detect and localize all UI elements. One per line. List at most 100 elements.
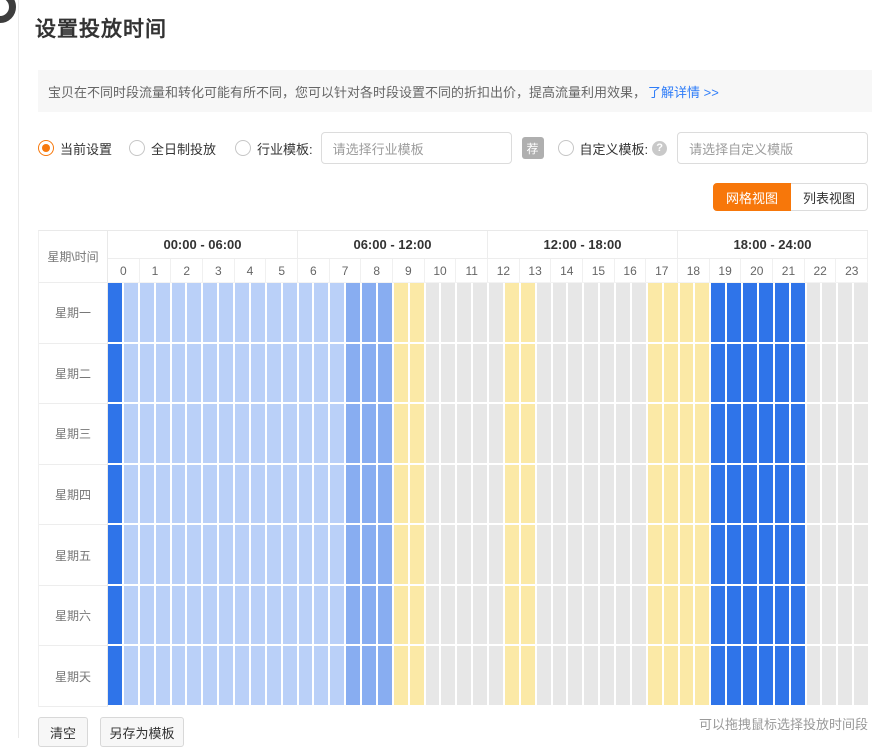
schedule-cell[interactable] [680, 465, 694, 524]
schedule-cell[interactable] [203, 404, 217, 463]
schedule-cell[interactable] [775, 404, 789, 463]
schedule-cell[interactable] [727, 525, 741, 584]
schedule-cell[interactable] [156, 344, 170, 403]
schedule-cell[interactable] [521, 283, 535, 342]
schedule-cell[interactable] [759, 646, 773, 705]
schedule-cell[interactable] [807, 283, 821, 342]
radio-industry-template[interactable]: 行业模板: [235, 139, 313, 158]
schedule-cell[interactable] [172, 525, 186, 584]
schedule-cell[interactable] [775, 586, 789, 645]
schedule-cell[interactable] [775, 283, 789, 342]
schedule-cell[interactable] [473, 283, 487, 342]
schedule-cell[interactable] [727, 646, 741, 705]
schedule-cell[interactable] [632, 646, 646, 705]
schedule-cell[interactable] [616, 525, 630, 584]
schedule-cell[interactable] [124, 283, 138, 342]
schedule-cell[interactable] [743, 586, 757, 645]
schedule-cell[interactable] [426, 646, 440, 705]
schedule-cell[interactable] [600, 646, 614, 705]
schedule-cell[interactable] [727, 586, 741, 645]
schedule-cell[interactable] [648, 404, 662, 463]
schedule-cell[interactable] [378, 344, 392, 403]
schedule-cell[interactable] [314, 344, 328, 403]
schedule-cell[interactable] [759, 344, 773, 403]
schedule-cell[interactable] [664, 525, 678, 584]
radio-all-day[interactable]: 全日制投放 [129, 139, 216, 158]
schedule-cell[interactable] [568, 344, 582, 403]
schedule-cell[interactable] [346, 646, 360, 705]
schedule-cell[interactable] [235, 586, 249, 645]
schedule-cell[interactable] [219, 283, 233, 342]
schedule-cell[interactable] [791, 404, 805, 463]
schedule-cell[interactable] [251, 465, 265, 524]
schedule-cell[interactable] [378, 586, 392, 645]
schedule-cell[interactable] [172, 344, 186, 403]
schedule-cell[interactable] [648, 586, 662, 645]
schedule-cell[interactable] [854, 646, 868, 705]
schedule-cell[interactable] [441, 283, 455, 342]
schedule-cell[interactable] [711, 586, 725, 645]
schedule-cell[interactable] [791, 465, 805, 524]
schedule-cell[interactable] [743, 404, 757, 463]
schedule-cell[interactable] [187, 465, 201, 524]
schedule-cell[interactable] [616, 283, 630, 342]
schedule-cell[interactable] [648, 344, 662, 403]
schedule-cell[interactable] [616, 586, 630, 645]
schedule-cell[interactable] [108, 525, 122, 584]
schedule-cell[interactable] [457, 344, 471, 403]
schedule-cell[interactable] [473, 344, 487, 403]
schedule-cell[interactable] [156, 586, 170, 645]
schedule-cell[interactable] [156, 283, 170, 342]
schedule-cell[interactable] [521, 465, 535, 524]
schedule-cell[interactable] [553, 404, 567, 463]
schedule-cell[interactable] [822, 344, 836, 403]
schedule-cell[interactable] [775, 525, 789, 584]
schedule-cell[interactable] [807, 525, 821, 584]
schedule-cell[interactable] [505, 344, 519, 403]
schedule-cell[interactable] [394, 525, 408, 584]
schedule-cell[interactable] [283, 465, 297, 524]
schedule-cell[interactable] [187, 586, 201, 645]
schedule-cell[interactable] [521, 404, 535, 463]
schedule-cell[interactable] [489, 586, 503, 645]
schedule-cell[interactable] [235, 646, 249, 705]
radio-circle[interactable] [558, 140, 574, 156]
schedule-cell[interactable] [410, 404, 424, 463]
schedule-cell[interactable] [251, 646, 265, 705]
schedule-cell[interactable] [172, 404, 186, 463]
schedule-cell[interactable] [267, 525, 281, 584]
schedule-cell[interactable] [632, 283, 646, 342]
schedule-cell[interactable] [854, 525, 868, 584]
schedule-cell[interactable] [521, 646, 535, 705]
schedule-cell[interactable] [743, 344, 757, 403]
schedule-cell[interactable] [283, 344, 297, 403]
schedule-cell[interactable] [187, 646, 201, 705]
schedule-cell[interactable] [807, 344, 821, 403]
schedule-cell[interactable] [441, 404, 455, 463]
schedule-cell[interactable] [394, 344, 408, 403]
schedule-cell[interactable] [489, 465, 503, 524]
schedule-cell[interactable] [314, 646, 328, 705]
schedule-cell[interactable] [727, 283, 741, 342]
schedule-cell[interactable] [711, 283, 725, 342]
schedule-cell[interactable] [108, 404, 122, 463]
schedule-cell[interactable] [172, 586, 186, 645]
schedule-cell[interactable] [314, 404, 328, 463]
schedule-cell[interactable] [299, 404, 313, 463]
schedule-cell[interactable] [235, 283, 249, 342]
schedule-cell[interactable] [219, 586, 233, 645]
schedule-cell[interactable] [680, 344, 694, 403]
schedule-cell[interactable] [267, 344, 281, 403]
schedule-cell[interactable] [664, 404, 678, 463]
schedule-cell[interactable] [553, 525, 567, 584]
schedule-cell[interactable] [537, 525, 551, 584]
schedule-cell[interactable] [521, 525, 535, 584]
schedule-cell[interactable] [251, 586, 265, 645]
clear-button[interactable]: 清空 [38, 717, 88, 747]
schedule-cell[interactable] [489, 344, 503, 403]
grid-view-button[interactable]: 网格视图 [713, 183, 791, 211]
schedule-cell[interactable] [505, 283, 519, 342]
schedule-cell[interactable] [219, 404, 233, 463]
schedule-cell[interactable] [822, 586, 836, 645]
schedule-cell[interactable] [124, 404, 138, 463]
